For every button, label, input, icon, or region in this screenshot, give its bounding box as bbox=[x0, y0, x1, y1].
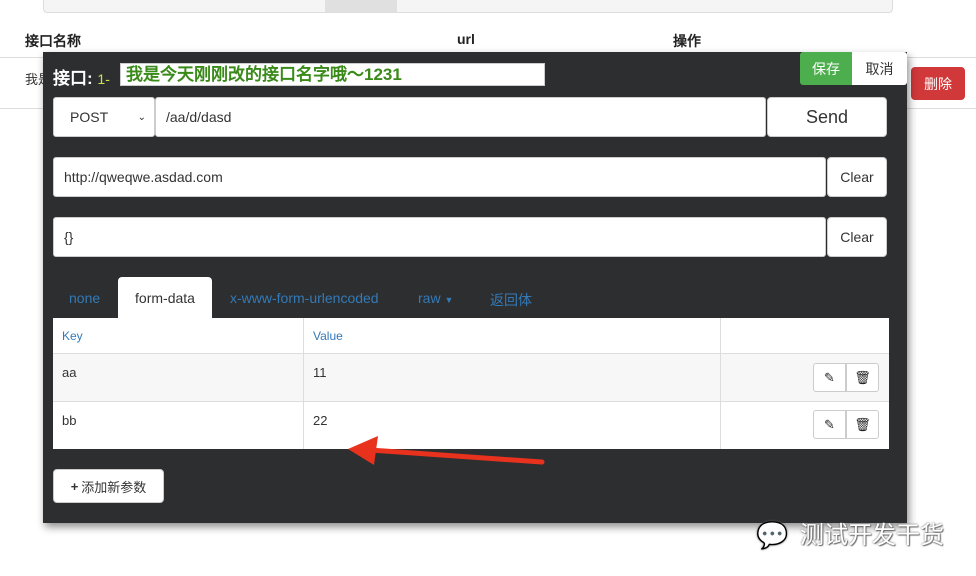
watermark: 测试开发干货 bbox=[800, 522, 944, 549]
annotation-arrow bbox=[348, 436, 545, 465]
wechat-icon: 💬 bbox=[756, 520, 789, 550]
